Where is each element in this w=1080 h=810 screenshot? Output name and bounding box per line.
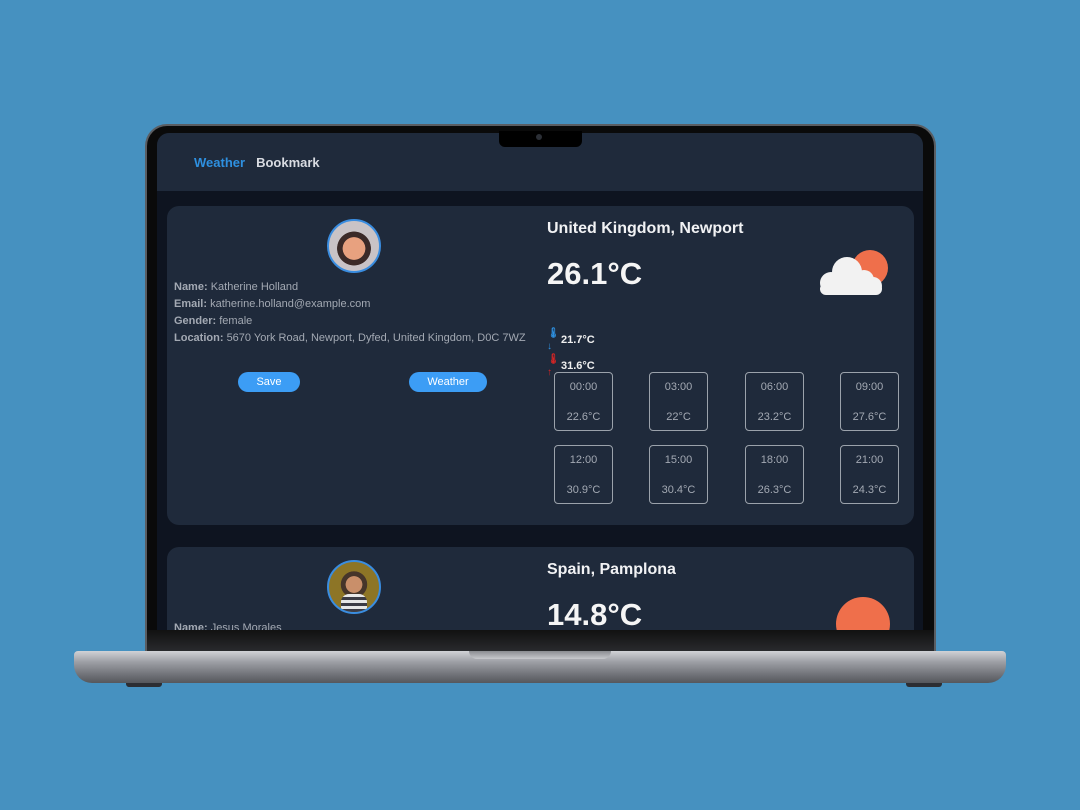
city-name: Spain, Pamplona <box>547 561 676 578</box>
current-temperature: 26.1°C <box>547 256 643 291</box>
email-row: Email: katherine.holland@example.com <box>174 296 530 313</box>
min-temp: 21.7°C <box>561 333 595 346</box>
name-row: Name: Jesus Morales <box>174 620 530 630</box>
sun-icon <box>836 597 890 630</box>
name-value: Jesus Morales <box>210 622 282 630</box>
nav-weather[interactable]: Weather <box>194 155 245 170</box>
name-label: Name: <box>174 622 208 630</box>
email-label: Email: <box>174 298 208 310</box>
hour-time: 00:00 <box>569 381 598 393</box>
app-screen: Weather Bookmark Name: Katherine Holland… <box>157 133 923 630</box>
hour-time: 03:00 <box>664 381 693 393</box>
partly-cloudy-icon <box>820 250 888 295</box>
avatar <box>327 560 381 614</box>
hourly-item: 03:00 22°C <box>649 372 708 431</box>
gender-value: female <box>219 315 253 327</box>
hour-time: 21:00 <box>855 454 884 466</box>
hourly-item: 15:00 30.4°C <box>649 445 708 504</box>
hour-time: 06:00 <box>760 381 789 393</box>
gender-row: Gender: female <box>174 313 530 330</box>
camera-notch <box>499 131 582 147</box>
user-weather-card: Name: Katherine Holland Email: katherine… <box>167 206 914 525</box>
name-label: Name: <box>174 281 208 293</box>
hour-time: 09:00 <box>855 381 884 393</box>
weather-button[interactable]: Weather <box>409 372 487 392</box>
camera-icon <box>536 134 542 140</box>
name-row: Name: Katherine Holland <box>174 279 530 296</box>
hourly-item: 09:00 27.6°C <box>840 372 899 431</box>
lid-opening-notch <box>469 651 611 659</box>
min-temp-row: 🌡︎↓ 21.7°C <box>547 327 595 353</box>
hour-temp: 22.6°C <box>566 411 601 423</box>
location-label: Location: <box>174 332 224 344</box>
current-temperature: 14.8°C <box>547 597 643 630</box>
hour-temp: 30.9°C <box>566 484 601 496</box>
hour-time: 18:00 <box>760 454 789 466</box>
hour-temp: 27.6°C <box>852 411 887 423</box>
save-button[interactable]: Save <box>238 372 300 392</box>
thermometer-low-icon: 🌡︎↓ <box>547 328 560 352</box>
hour-temp: 30.4°C <box>661 484 696 496</box>
location-value: 5670 York Road, Newport, Dyfed, United K… <box>226 332 526 344</box>
hourly-item: 06:00 23.2°C <box>745 372 804 431</box>
avatar <box>327 219 381 273</box>
nav-bookmark[interactable]: Bookmark <box>256 155 320 170</box>
hourly-item: 00:00 22.6°C <box>554 372 613 431</box>
hour-time: 15:00 <box>664 454 693 466</box>
user-info: Name: Katherine Holland Email: katherine… <box>174 279 530 345</box>
laptop-base <box>74 651 1006 683</box>
hour-temp: 22°C <box>666 411 691 423</box>
hourly-item: 21:00 24.3°C <box>840 445 899 504</box>
user-weather-card: Name: Jesus Morales Spain, Pamplona 14.8… <box>167 547 914 630</box>
email-value: katherine.holland@example.com <box>210 298 371 310</box>
hour-temp: 24.3°C <box>852 484 887 496</box>
user-info: Name: Jesus Morales <box>174 620 530 630</box>
screen-bezel <box>147 630 934 652</box>
city-name: United Kingdom, Newport <box>547 220 744 237</box>
hour-time: 12:00 <box>569 454 598 466</box>
hour-temp: 26.3°C <box>757 484 792 496</box>
hourly-item: 18:00 26.3°C <box>745 445 804 504</box>
laptop-foot <box>906 683 942 687</box>
hour-temp: 23.2°C <box>757 411 792 423</box>
location-row: Location: 5670 York Road, Newport, Dyfed… <box>174 332 530 345</box>
laptop-foot <box>126 683 162 687</box>
max-temp: 31.6°C <box>561 359 595 372</box>
hourly-item: 12:00 30.9°C <box>554 445 613 504</box>
gender-label: Gender: <box>174 315 217 327</box>
name-value: Katherine Holland <box>210 281 299 293</box>
